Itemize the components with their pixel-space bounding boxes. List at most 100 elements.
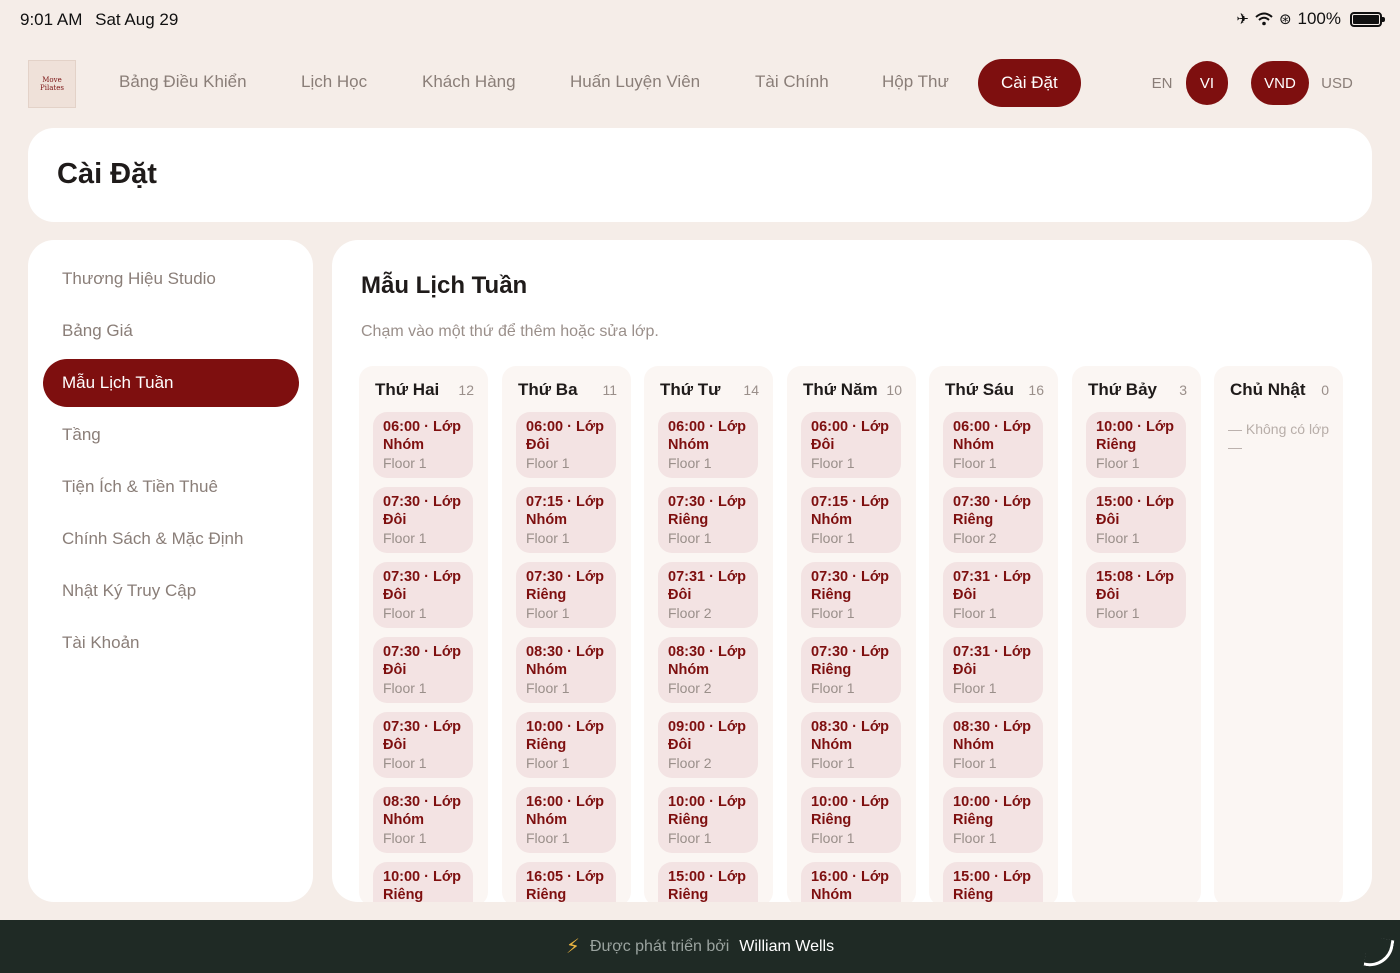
slot-floor: Floor 1 [383,530,427,546]
slot-class-type: Đôi [668,737,692,753]
class-slot[interactable]: 06:00 · Lớp Đôi Floor 1 [801,412,901,478]
slot-floor: Floor 1 [1096,455,1140,471]
day-column[interactable]: Chủ Nhật 0 — Không có lớp — [1214,366,1343,902]
class-slot[interactable]: 10:00 · Lớp Riêng Floor 1 [516,712,616,778]
class-slot[interactable]: 07:15 · Lớp Nhóm Floor 1 [801,487,901,553]
slot-class-type: Đôi [953,662,977,678]
slot-class-type: Đôi [383,587,407,603]
class-slot[interactable]: 07:30 · Lớp Đôi Floor 1 [373,712,473,778]
day-name: Thứ Năm [803,380,878,399]
class-slot[interactable]: 15:00 · Lớp Riêng [658,862,758,902]
orientation-lock-icon: ⊛ [1278,11,1292,28]
nav-inbox[interactable]: Hộp Thư [882,72,949,92]
class-slot[interactable]: 06:00 · Lớp Đôi Floor 1 [516,412,616,478]
class-slot[interactable]: 07:31 · Lớp Đôi Floor 1 [943,562,1043,628]
class-slot[interactable]: 07:30 · Lớp Riêng Floor 2 [943,487,1043,553]
slot-time: 16:00 · Lớp [811,869,889,885]
class-slot[interactable]: 07:30 · Lớp Riêng Floor 1 [801,562,901,628]
sidebar-item-access-log[interactable]: Nhật Ký Truy Cập [43,567,299,615]
slot-time: 06:00 · Lớp [526,419,604,435]
slot-time: 10:00 · Lớp [383,869,461,885]
class-slot[interactable]: 16:00 · Lớp Nhóm Floor 1 [516,787,616,853]
class-slot[interactable]: 07:30 · Lớp Riêng Floor 1 [658,487,758,553]
class-slot[interactable]: 08:30 · Lớp Nhóm Floor 1 [943,712,1043,778]
class-slot[interactable]: 08:30 · Lớp Nhóm Floor 2 [658,637,758,703]
class-slot[interactable]: 10:00 · Lớp Riêng Floor 1 [801,787,901,853]
slot-class-type: Đôi [383,737,407,753]
slot-class-type: Đôi [1096,587,1120,603]
slot-class-type: Riêng [526,737,567,753]
nav-customers[interactable]: Khách Hàng [422,72,516,92]
studio-logo[interactable]: Move Pilates [28,60,76,108]
nav-dashboard[interactable]: Bảng Điều Khiển [119,72,247,92]
day-class-count: 16 [1028,382,1044,398]
slot-time: 07:31 · Lớp [668,569,746,585]
slot-time: 08:30 · Lớp [668,644,746,660]
slot-class-type: Nhóm [526,812,568,828]
day-name: Thứ Bảy [1088,380,1157,399]
sidebar-item-pricing[interactable]: Bảng Giá [43,307,299,355]
class-slot[interactable]: 07:30 · Lớp Riêng Floor 1 [516,562,616,628]
class-slot[interactable]: 07:30 · Lớp Đôi Floor 1 [373,637,473,703]
sidebar-item-studio-brand[interactable]: Thương Hiệu Studio [43,255,299,303]
class-slot[interactable]: 16:00 · Lớp Nhóm [801,862,901,902]
class-slot[interactable]: 15:00 · Lớp Đôi Floor 1 [1086,487,1186,553]
class-slot[interactable]: 07:15 · Lớp Nhóm Floor 1 [516,487,616,553]
currency-vnd-button[interactable]: VND [1251,61,1309,105]
slot-class-type: Riêng [668,512,709,528]
sidebar-item-amenities-rent[interactable]: Tiện Ích & Tiền Thuê [43,463,299,511]
class-slot[interactable]: 08:30 · Lớp Nhóm Floor 1 [373,787,473,853]
day-column[interactable]: Thứ Năm 10 06:00 · Lớp Đôi Floor 1 07:15 · Lớ… [787,366,916,902]
class-slot[interactable]: 06:00 · Lớp Nhóm Floor 1 [373,412,473,478]
day-column[interactable]: Thứ Bảy 3 10:00 · Lớp Riêng Floor 1 15:00 · L… [1072,366,1201,902]
sidebar-item-floors[interactable]: Tầng [43,411,299,459]
day-column[interactable]: Thứ Tư 14 06:00 · Lớp Nhóm Floor 1 07:30 · Lớ… [644,366,773,902]
slot-class-type: Đôi [668,587,692,603]
language-en-button[interactable]: EN [1146,61,1178,105]
language-vi-button[interactable]: VI [1186,61,1228,105]
slot-floor: Floor 1 [953,680,997,696]
class-slot[interactable]: 10:00 · Lớp Riêng Floor 1 [1086,412,1186,478]
status-clock: 9:01 AM [20,10,83,29]
class-slot[interactable]: 10:00 · Lớp Riêng [373,862,473,902]
class-slot[interactable]: 06:00 · Lớp Nhóm Floor 1 [658,412,758,478]
sidebar-item-account[interactable]: Tài Khoản [43,619,299,667]
class-slot[interactable]: 10:00 · Lớp Riêng Floor 1 [658,787,758,853]
class-slot[interactable]: 08:30 · Lớp Nhóm Floor 1 [516,637,616,703]
class-slot[interactable]: 16:05 · Lớp Riêng [516,862,616,902]
class-slot[interactable]: 07:30 · Lớp Riêng Floor 1 [801,637,901,703]
class-slot[interactable]: 07:30 · Lớp Đôi Floor 1 [373,562,473,628]
nav-finance[interactable]: Tài Chính [755,72,829,92]
class-slot[interactable]: 07:31 · Lớp Đôi Floor 2 [658,562,758,628]
nav-schedule[interactable]: Lịch Học [301,72,367,92]
sidebar-item-policies-defaults[interactable]: Chính Sách & Mặc Định [43,515,299,563]
slot-class-type: Nhóm [526,512,568,528]
slot-floor: Floor 1 [526,605,570,621]
class-slot[interactable]: 07:31 · Lớp Đôi Floor 1 [943,637,1043,703]
nav-trainers[interactable]: Huấn Luyện Viên [570,72,700,92]
class-slot[interactable]: 08:30 · Lớp Nhóm Floor 1 [801,712,901,778]
airplane-icon: ✈ [1236,11,1249,28]
day-column[interactable]: Thứ Ba 11 06:00 · Lớp Đôi Floor 1 07:15 · Lớp… [502,366,631,902]
class-slot[interactable]: 09:00 · Lớp Đôi Floor 2 [658,712,758,778]
day-name: Thứ Sáu [945,380,1014,399]
slot-time: 15:08 · Lớp [1096,569,1174,585]
class-slot[interactable]: 15:08 · Lớp Đôi Floor 1 [1086,562,1186,628]
slot-time: 07:30 · Lớp [668,494,746,510]
slot-time: 10:00 · Lớp [668,794,746,810]
slot-class-type: Riêng [526,887,567,902]
class-slot[interactable]: 07:30 · Lớp Đôi Floor 1 [373,487,473,553]
class-slot[interactable]: 15:00 · Lớp Riêng [943,862,1043,902]
slot-floor: Floor 1 [383,680,427,696]
slot-class-type: Riêng [668,812,709,828]
day-column[interactable]: Thứ Hai 12 06:00 · Lớp Nhóm Floor 1 07:30 · L… [359,366,488,902]
nav-settings[interactable]: Cài Đặt [978,59,1081,107]
class-slot[interactable]: 10:00 · Lớp Riêng Floor 1 [943,787,1043,853]
slot-time: 07:31 · Lớp [953,569,1031,585]
day-column[interactable]: Thứ Sáu 16 06:00 · Lớp Nhóm Floor 1 07:30 · L… [929,366,1058,902]
class-slot[interactable]: 06:00 · Lớp Nhóm Floor 1 [943,412,1043,478]
slot-time: 15:00 · Lớp [668,869,746,885]
slot-floor: Floor 2 [953,530,997,546]
currency-usd-button[interactable]: USD [1316,61,1358,105]
sidebar-item-weekly-template[interactable]: Mẫu Lịch Tuần [43,359,299,407]
